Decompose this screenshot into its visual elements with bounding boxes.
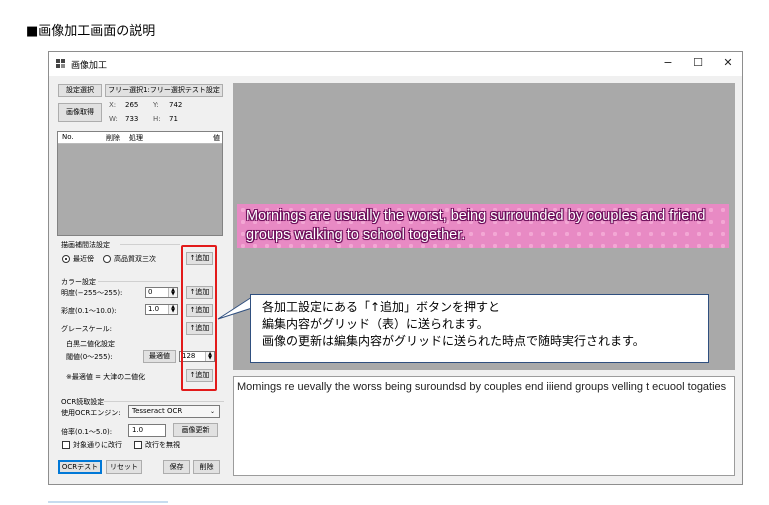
ocr-scale-label: 倍率(0.1〜5.0): (61, 428, 113, 436)
window-title: 画像加工 (71, 61, 108, 71)
footer-divider (48, 501, 168, 503)
h-label: H: (153, 115, 161, 123)
otsu-note: ※最適値 = 大津の二値化 (66, 373, 146, 381)
h-value: 71 (169, 115, 178, 123)
ocr-scale-value: 1.0 (132, 426, 144, 434)
grid-column-delete[interactable]: 削除 (106, 133, 120, 143)
title-bar: 画像加工 − ☐ ✕ (49, 52, 742, 76)
saturation-label: 彩度(0.1〜10.0): (61, 307, 117, 315)
callout-line-3: 画像の更新は編集内容がグリッドに送られた時点で随時実行されます。 (262, 334, 645, 348)
saturation-value: 1.0 (148, 305, 160, 313)
group-divider (120, 244, 180, 245)
ocr-group-label: OCR読取設定 (61, 398, 105, 406)
grid-column-process[interactable]: 処理 (129, 133, 143, 143)
explanation-callout: 各加工設定にある「↑追加」ボタンを押すと 編集内容がグリッド（表）に送られます。… (250, 294, 709, 363)
settings-select-button[interactable]: 設定選択 (58, 84, 102, 97)
grid-header: No. 削除 処理 値 (58, 132, 222, 144)
radio-bicubic-label: 高品質双三次 (114, 255, 156, 263)
y-value: 742 (169, 101, 183, 109)
close-button[interactable]: ✕ (716, 55, 740, 71)
color-group-label: カラー設定 (61, 278, 96, 286)
optimal-value-button[interactable]: 最適値 (143, 350, 176, 363)
grid-column-no[interactable]: No. (62, 133, 74, 141)
ocr-scale-input[interactable]: 1.0 (128, 424, 166, 437)
grid-column-value[interactable]: 値 (213, 133, 220, 143)
x-label: X: (109, 101, 117, 109)
brightness-spinner[interactable]: 0 ▲ ▼ (145, 287, 178, 298)
group-divider (104, 401, 224, 402)
ocr-engine-select[interactable]: Tesseract OCR ⌄ (128, 405, 220, 418)
capture-image-button[interactable]: 画像取得 (58, 103, 102, 122)
binarize-group-label: 白黒二値化設定 (66, 340, 115, 348)
radio-nearest[interactable] (62, 255, 70, 263)
add-buttons-highlight (181, 245, 217, 391)
ocr-engine-label: 使用OCRエンジン: (61, 409, 121, 417)
image-update-button[interactable]: 画像更新 (173, 423, 218, 437)
captured-image-text: Mornings are usually the worst, being su… (246, 208, 706, 243)
ocr-engine-value: Tesseract OCR (132, 407, 183, 415)
w-label: W: (109, 115, 118, 123)
ignore-newline-checkbox[interactable] (134, 441, 142, 449)
delete-button[interactable]: 削除 (193, 460, 220, 474)
radio-nearest-label: 最近傍 (73, 255, 94, 263)
ocr-result-textarea[interactable]: Momings re uevally the worss being surou… (233, 376, 735, 476)
wrap-checkbox-label: 対象通りに改行 (73, 441, 122, 449)
reset-button[interactable]: リセット (106, 460, 142, 474)
chevron-down-icon: ⌄ (209, 408, 215, 415)
preset-button[interactable]: フリー選択1:フリー選択テスト設定 (105, 84, 223, 97)
callout-pointer (217, 296, 253, 320)
wrap-checkbox[interactable] (62, 441, 70, 449)
group-divider (98, 281, 180, 282)
threshold-label: 閾値(0〜255): (66, 353, 113, 361)
spinner-arrows-icon[interactable]: ▲ ▼ (168, 305, 177, 314)
edit-grid[interactable]: No. 削除 処理 値 (57, 131, 223, 236)
saturation-spinner[interactable]: 1.0 ▲ ▼ (145, 304, 178, 315)
doc-heading: ■画像加工画面の説明 (26, 24, 156, 39)
x-value: 265 (125, 101, 139, 109)
minimize-button[interactable]: − (656, 55, 680, 71)
brightness-value: 0 (148, 288, 153, 296)
callout-line-1: 各加工設定にある「↑追加」ボタンを押すと (262, 300, 501, 314)
y-label: Y: (153, 101, 159, 109)
radio-bicubic[interactable] (103, 255, 111, 263)
interpolation-group-label: 描画補間法設定 (61, 241, 110, 249)
app-icon (56, 59, 66, 69)
save-button[interactable]: 保存 (163, 460, 190, 474)
brightness-label: 明度(−255〜255): (61, 289, 123, 297)
ocr-test-button[interactable]: OCRテスト (58, 460, 102, 474)
callout-line-2: 編集内容がグリッド（表）に送られます。 (262, 317, 489, 331)
grayscale-label: グレースケール: (61, 325, 113, 333)
ignore-newline-checkbox-label: 改行を無視 (145, 441, 180, 449)
spinner-arrows-icon[interactable]: ▲ ▼ (168, 288, 177, 297)
w-value: 733 (125, 115, 139, 123)
maximize-button[interactable]: ☐ (686, 55, 710, 71)
